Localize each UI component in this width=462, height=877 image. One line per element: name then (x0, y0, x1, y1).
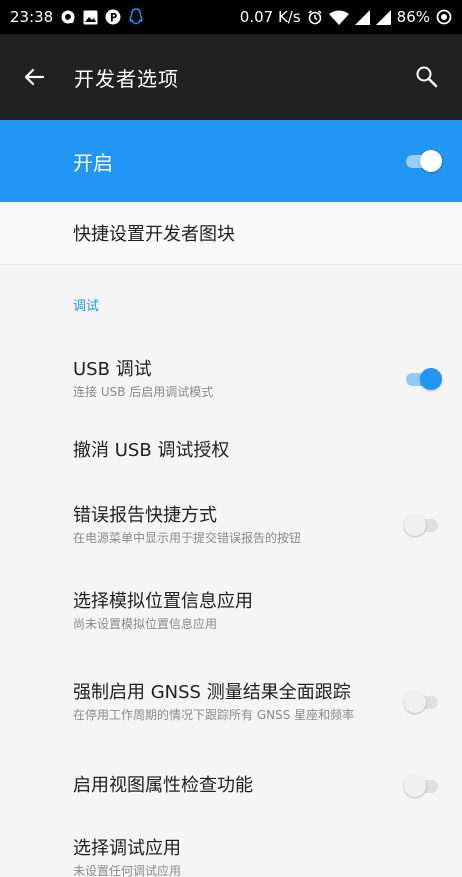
toggle-thumb (404, 514, 426, 536)
quick-settings-tiles-label: 快捷设置开发者图块 (73, 224, 235, 245)
section-header-debugging: 调试 (73, 299, 100, 314)
battery-level: 86% (396, 8, 430, 26)
pref-mock-location-app[interactable]: 选择模拟位置信息应用 尚未设置模拟位置信息应用 (0, 571, 462, 651)
pref-title: 撤消 USB 调试授权 (73, 440, 230, 461)
pref-usb-debugging[interactable]: USB 调试 连接 USB 后启用调试模式 (0, 335, 462, 423)
image-icon (83, 10, 98, 25)
quick-settings-tiles-item[interactable]: 快捷设置开发者图块 (0, 202, 462, 265)
arrow-back-icon[interactable] (22, 65, 46, 89)
pref-texts: 选择调试应用 未设置任何调试应用 (73, 837, 440, 877)
toggle-thumb (404, 691, 426, 713)
pref-texts: 错误报告快捷方式 在电源菜单中显示用于提交错误报告的按钮 (73, 504, 392, 547)
toggle-thumb (420, 150, 442, 172)
q-app-icon (60, 9, 76, 25)
p-app-icon (105, 9, 121, 25)
pref-texts: 启用视图属性检查功能 (73, 774, 392, 798)
alarm-icon (307, 9, 323, 25)
pref-title: 错误报告快捷方式 (73, 504, 217, 526)
pref-gnss-full-tracking[interactable]: 强制启用 GNSS 测量结果全面跟踪 在停用工作周期的情况下跟踪所有 GNSS … (0, 651, 462, 753)
pref-title: 选择模拟位置信息应用 (73, 590, 253, 612)
pref-title: 选择调试应用 (73, 837, 181, 859)
pref-texts: USB 调试 连接 USB 后启用调试模式 (73, 358, 392, 401)
pref-summary: 在停用工作周期的情况下跟踪所有 GNSS 星座和频率 (73, 707, 355, 722)
bug-report-toggle[interactable] (404, 513, 440, 537)
status-time: 23:38 (10, 8, 54, 26)
pref-summary: 连接 USB 后启用调试模式 (73, 384, 214, 399)
usb-debugging-toggle[interactable] (404, 367, 442, 391)
signal-icon-2 (375, 9, 391, 25)
pref-summary: 未设置任何调试应用 (73, 863, 182, 877)
pref-title: USB 调试 (73, 358, 152, 380)
toggle-thumb (404, 775, 426, 797)
view-attribute-toggle[interactable] (404, 774, 440, 798)
page-title: 开发者选项 (74, 66, 179, 91)
app-bar: 开发者选项 (0, 34, 462, 120)
pref-title: 启用视图属性检查功能 (73, 775, 253, 796)
pref-select-debug-app[interactable]: 选择调试应用 未设置任何调试应用 (0, 819, 462, 877)
master-switch-bar[interactable]: 开启 (0, 120, 462, 202)
network-speed: 0.07 K/s (239, 8, 301, 26)
wifi-icon (328, 10, 349, 25)
pref-bug-report-shortcut[interactable]: 错误报告快捷方式 在电源菜单中显示用于提交错误报告的按钮 (0, 479, 462, 571)
pref-texts: 强制启用 GNSS 测量结果全面跟踪 在停用工作周期的情况下跟踪所有 GNSS … (73, 681, 392, 724)
status-right: 0.07 K/s 86% (240, 8, 452, 26)
search-icon[interactable] (414, 64, 440, 90)
pref-summary: 尚未设置模拟位置信息应用 (73, 616, 218, 631)
status-left: 23:38 (10, 8, 144, 26)
status-bar: 23:38 0.07 K/s 86% (0, 0, 462, 34)
master-switch-label: 开启 (73, 150, 113, 175)
pref-summary: 在电源菜单中显示用于提交错误报告的按钮 (73, 530, 302, 545)
toggle-switch[interactable] (404, 367, 442, 391)
toggle-switch[interactable] (404, 513, 440, 537)
pref-title: 强制启用 GNSS 测量结果全面跟踪 (73, 681, 351, 703)
pref-revoke-usb-auth[interactable]: 撤消 USB 调试授权 (0, 423, 462, 479)
pref-texts: 撤消 USB 调试授权 (73, 439, 440, 463)
master-switch-toggle[interactable] (404, 149, 442, 173)
gnss-tracking-toggle[interactable] (404, 690, 440, 714)
pref-texts: 选择模拟位置信息应用 尚未设置模拟位置信息应用 (73, 590, 440, 633)
toggle-switch[interactable] (404, 149, 442, 173)
toggle-switch[interactable] (404, 774, 440, 798)
battery-saver-icon (436, 9, 452, 25)
pref-view-attribute-inspection[interactable]: 启用视图属性检查功能 (0, 753, 462, 819)
qq-penguin-icon (128, 8, 144, 26)
signal-icon (354, 9, 370, 25)
toggle-switch[interactable] (404, 690, 440, 714)
toggle-thumb (420, 368, 442, 390)
developer-options-screen: 23:38 0.07 K/s 86% 开发者选项 开启 快捷设置开发者图块 调试… (0, 0, 462, 877)
